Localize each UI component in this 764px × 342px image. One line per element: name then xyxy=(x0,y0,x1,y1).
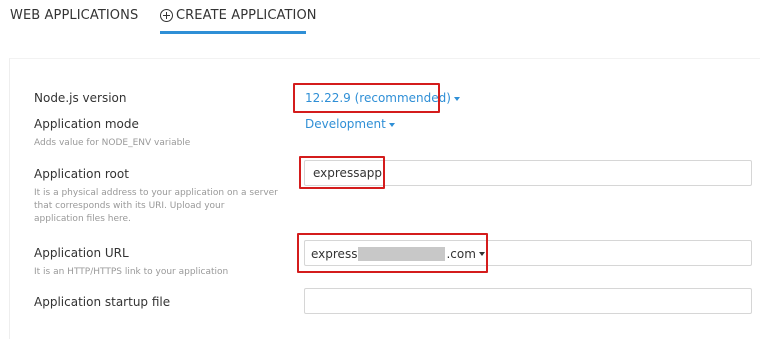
application-url-hint: It is an HTTP/HTTPS link to your applica… xyxy=(34,267,229,277)
application-mode-label: Application mode xyxy=(34,117,139,131)
application-mode-dropdown[interactable]: Development xyxy=(305,117,395,131)
tab-bar: WEB APPLICATIONS CREATE APPLICATION xyxy=(0,0,764,40)
highlight-box-application-root xyxy=(299,156,385,189)
application-mode-value: Development xyxy=(305,117,386,131)
application-startup-file-input[interactable] xyxy=(304,288,752,314)
application-url-label: Application URL xyxy=(34,246,129,260)
application-startup-file-label: Application startup file xyxy=(34,295,171,309)
nodejs-version-label: Node.js version xyxy=(34,91,127,105)
highlight-box-nodejs-version xyxy=(293,83,440,113)
application-root-hint-line-1: It is a physical address to your applica… xyxy=(34,188,278,198)
application-root-hint-line-3: application files here. xyxy=(34,214,131,224)
application-mode-hint: Adds value for NODE_ENV variable xyxy=(34,138,191,148)
active-tab-indicator xyxy=(160,31,306,34)
application-root-label: Application root xyxy=(34,167,129,181)
chevron-down-icon xyxy=(453,96,460,101)
tab-web-applications[interactable]: WEB APPLICATIONS xyxy=(10,8,138,23)
tab-create-application[interactable]: CREATE APPLICATION xyxy=(160,8,317,23)
plus-circle-icon xyxy=(160,9,173,22)
tab-create-application-label: CREATE APPLICATION xyxy=(176,8,317,23)
application-root-hint-line-2: that corresponds with its URI. Upload yo… xyxy=(34,201,225,211)
highlight-box-application-url xyxy=(297,233,488,273)
chevron-down-icon xyxy=(388,122,395,127)
